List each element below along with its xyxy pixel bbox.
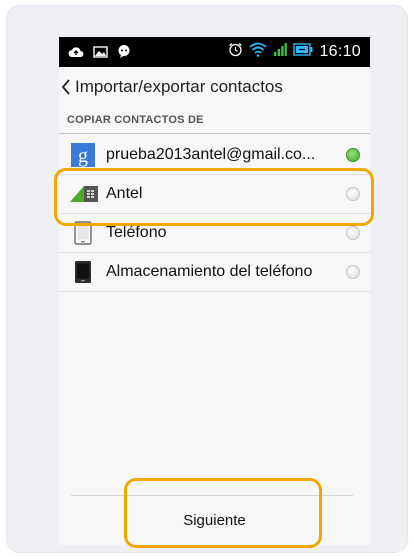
svg-text:g: g <box>78 145 88 167</box>
alarm-icon <box>228 42 243 62</box>
phone-screen: 16:10 Importar/exportar contactos COPIAR… <box>59 37 370 545</box>
page-title: Importar/exportar contactos <box>75 77 283 96</box>
wifi-icon <box>249 42 268 62</box>
source-item-phone-storage[interactable]: Almacenamiento del teléfono <box>59 253 370 292</box>
phone-storage-icon <box>71 260 95 284</box>
google-icon: g <box>71 143 95 167</box>
section-header: COPIAR CONTACTOS DE <box>59 111 370 134</box>
source-radio[interactable] <box>346 265 360 279</box>
source-radio[interactable] <box>346 226 360 240</box>
source-label: Almacenamiento del teléfono <box>106 263 313 280</box>
status-time: 16:10 <box>319 43 361 60</box>
source-label: prueba2013antel@gmail.co... <box>106 146 316 163</box>
section-header-label: COPIAR CONTACTOS DE <box>67 114 204 126</box>
back-chevron-icon[interactable] <box>61 77 73 97</box>
action-bar[interactable]: Importar/exportar contactos <box>59 67 370 107</box>
highlight-next-button <box>124 478 322 548</box>
status-bar: 16:10 <box>59 37 370 67</box>
signal-icon <box>273 42 288 62</box>
battery-icon <box>293 43 313 61</box>
source-label: Teléfono <box>106 224 167 241</box>
image-icon <box>93 45 108 63</box>
cloud-upload-icon <box>68 45 84 63</box>
messenger-icon <box>117 44 131 63</box>
highlight-antel-row <box>54 168 374 226</box>
source-radio-selected[interactable] <box>346 148 360 162</box>
